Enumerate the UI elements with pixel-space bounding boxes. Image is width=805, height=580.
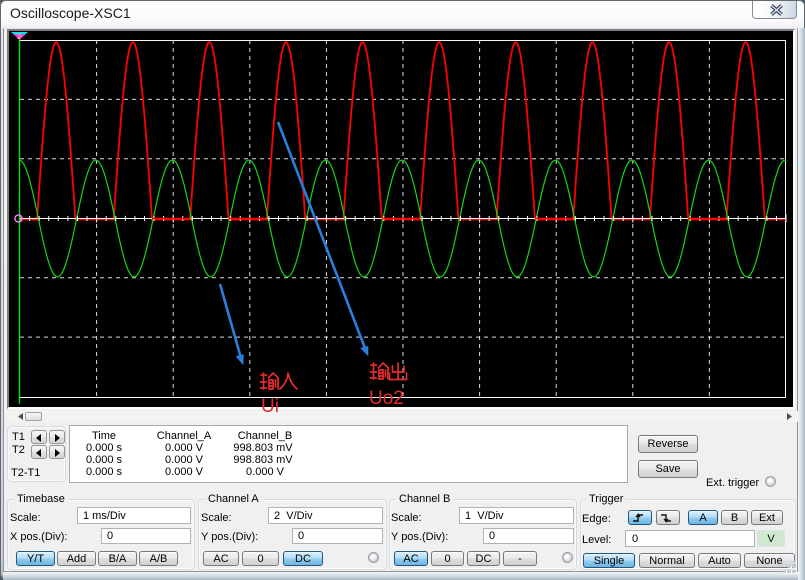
- svg-text:Uo2: Uo2: [369, 388, 404, 409]
- svg-text:2: 2: [17, 32, 21, 41]
- svg-text:Ui: Ui: [261, 396, 279, 417]
